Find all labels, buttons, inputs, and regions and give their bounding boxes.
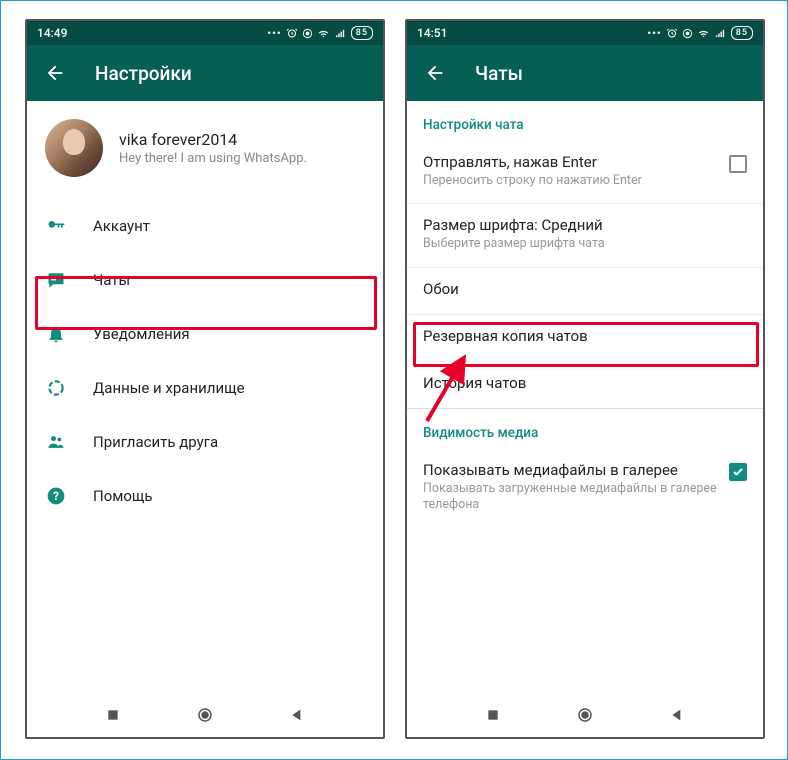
menu-label: Пригласить друга: [93, 433, 218, 451]
profile-status: Hey there! I am using WhatsApp.: [119, 151, 307, 166]
setting-primary: Обои: [423, 280, 459, 298]
app-bar: Чаты: [407, 45, 763, 101]
phone-settings: 14:49 ••• 85 Настройки vika forever2014 …: [25, 19, 385, 739]
section-chat-settings: Настройки чата: [407, 101, 763, 141]
setting-secondary: Выберите размер шрифта чата: [423, 236, 605, 252]
arrow-left-icon: [44, 62, 66, 84]
avatar: [45, 119, 103, 177]
status-icons: ••• 85: [647, 26, 753, 40]
profile-texts: vika forever2014 Hey there! I am using W…: [119, 130, 307, 166]
wifi-icon: [697, 28, 710, 39]
menu-label: Чаты: [93, 271, 130, 289]
setting-wallpaper[interactable]: Обои: [407, 268, 763, 315]
nav-recent[interactable]: [102, 704, 124, 726]
status-bar: 14:51 ••• 85: [407, 21, 763, 45]
menu-help[interactable]: ? Помощь: [27, 469, 383, 523]
profile-row[interactable]: vika forever2014 Hey there! I am using W…: [27, 101, 383, 199]
bell-icon: [45, 323, 67, 345]
menu-invite[interactable]: Пригласить друга: [27, 415, 383, 469]
nav-bar: [407, 693, 763, 737]
settings-content: vika forever2014 Hey there! I am using W…: [27, 101, 383, 523]
battery-indicator: 85: [731, 26, 753, 40]
setting-enter-send[interactable]: Отправлять, нажав Enter Переносить строк…: [407, 141, 763, 204]
page-title: Чаты: [475, 62, 523, 85]
status-time: 14:51: [417, 26, 447, 40]
help-icon: ?: [45, 485, 67, 507]
data-icon: [45, 377, 67, 399]
status-icons: ••• 85: [267, 26, 373, 40]
setting-secondary: Переносить строку по нажатию Enter: [423, 173, 642, 189]
setting-secondary: Показывать загруженные медиафайлы в гале…: [423, 481, 717, 514]
key-icon: [45, 215, 67, 237]
checkbox-unchecked[interactable]: [729, 155, 747, 173]
signal-icon: [714, 28, 727, 39]
nav-back[interactable]: [286, 704, 308, 726]
alarm-icon: [666, 27, 678, 39]
checkbox-checked[interactable]: [729, 463, 747, 481]
setting-primary: Размер шрифта: Средний: [423, 216, 605, 234]
nav-bar: [27, 693, 383, 737]
chat-settings-content: Настройки чата Отправлять, нажав Enter П…: [407, 101, 763, 527]
wifi-icon: [317, 28, 330, 39]
setting-primary: История чатов: [423, 374, 526, 392]
setting-history[interactable]: История чатов: [407, 362, 763, 409]
back-button[interactable]: [35, 53, 75, 93]
nav-back[interactable]: [666, 704, 688, 726]
menu-notifications[interactable]: Уведомления: [27, 307, 383, 361]
chat-icon: [45, 269, 67, 291]
app-bar: Настройки: [27, 45, 383, 101]
battery-indicator: 85: [351, 26, 373, 40]
setting-primary: Отправлять, нажав Enter: [423, 153, 642, 171]
menu-account[interactable]: Аккаунт: [27, 199, 383, 253]
setting-font-size[interactable]: Размер шрифта: Средний Выберите размер ш…: [407, 204, 763, 267]
dots-icon: •••: [267, 27, 282, 40]
people-icon: [45, 431, 67, 453]
back-button[interactable]: [415, 53, 455, 93]
menu-label: Помощь: [93, 487, 153, 505]
setting-primary: Показывать медиафайлы в галерее: [423, 461, 717, 479]
phone-chats-settings: 14:51 ••• 85 Чаты Настройки чата Отправл…: [405, 19, 765, 739]
section-media: Видимость медиа: [407, 409, 763, 449]
nav-home[interactable]: [574, 704, 596, 726]
status-bar: 14:49 ••• 85: [27, 21, 383, 45]
arrow-left-icon: [424, 62, 446, 84]
svg-text:?: ?: [53, 489, 59, 503]
setting-media-visibility[interactable]: Показывать медиафайлы в галерее Показыва…: [407, 449, 763, 528]
signal-icon: [334, 28, 347, 39]
page-title: Настройки: [95, 62, 192, 85]
menu-label: Данные и хранилище: [93, 379, 245, 397]
dots-icon: •••: [647, 27, 662, 40]
alarm-icon: [286, 27, 298, 39]
record-icon: [682, 28, 693, 39]
status-time: 14:49: [37, 26, 67, 40]
nav-home[interactable]: [194, 704, 216, 726]
setting-primary: Резервная копия чатов: [423, 327, 588, 345]
record-icon: [302, 28, 313, 39]
menu-chats[interactable]: Чаты: [27, 253, 383, 307]
setting-backup[interactable]: Резервная копия чатов: [407, 315, 763, 362]
menu-label: Уведомления: [93, 325, 190, 343]
menu-label: Аккаунт: [93, 217, 150, 235]
profile-name: vika forever2014: [119, 130, 307, 149]
menu-data[interactable]: Данные и хранилище: [27, 361, 383, 415]
nav-recent[interactable]: [482, 704, 504, 726]
